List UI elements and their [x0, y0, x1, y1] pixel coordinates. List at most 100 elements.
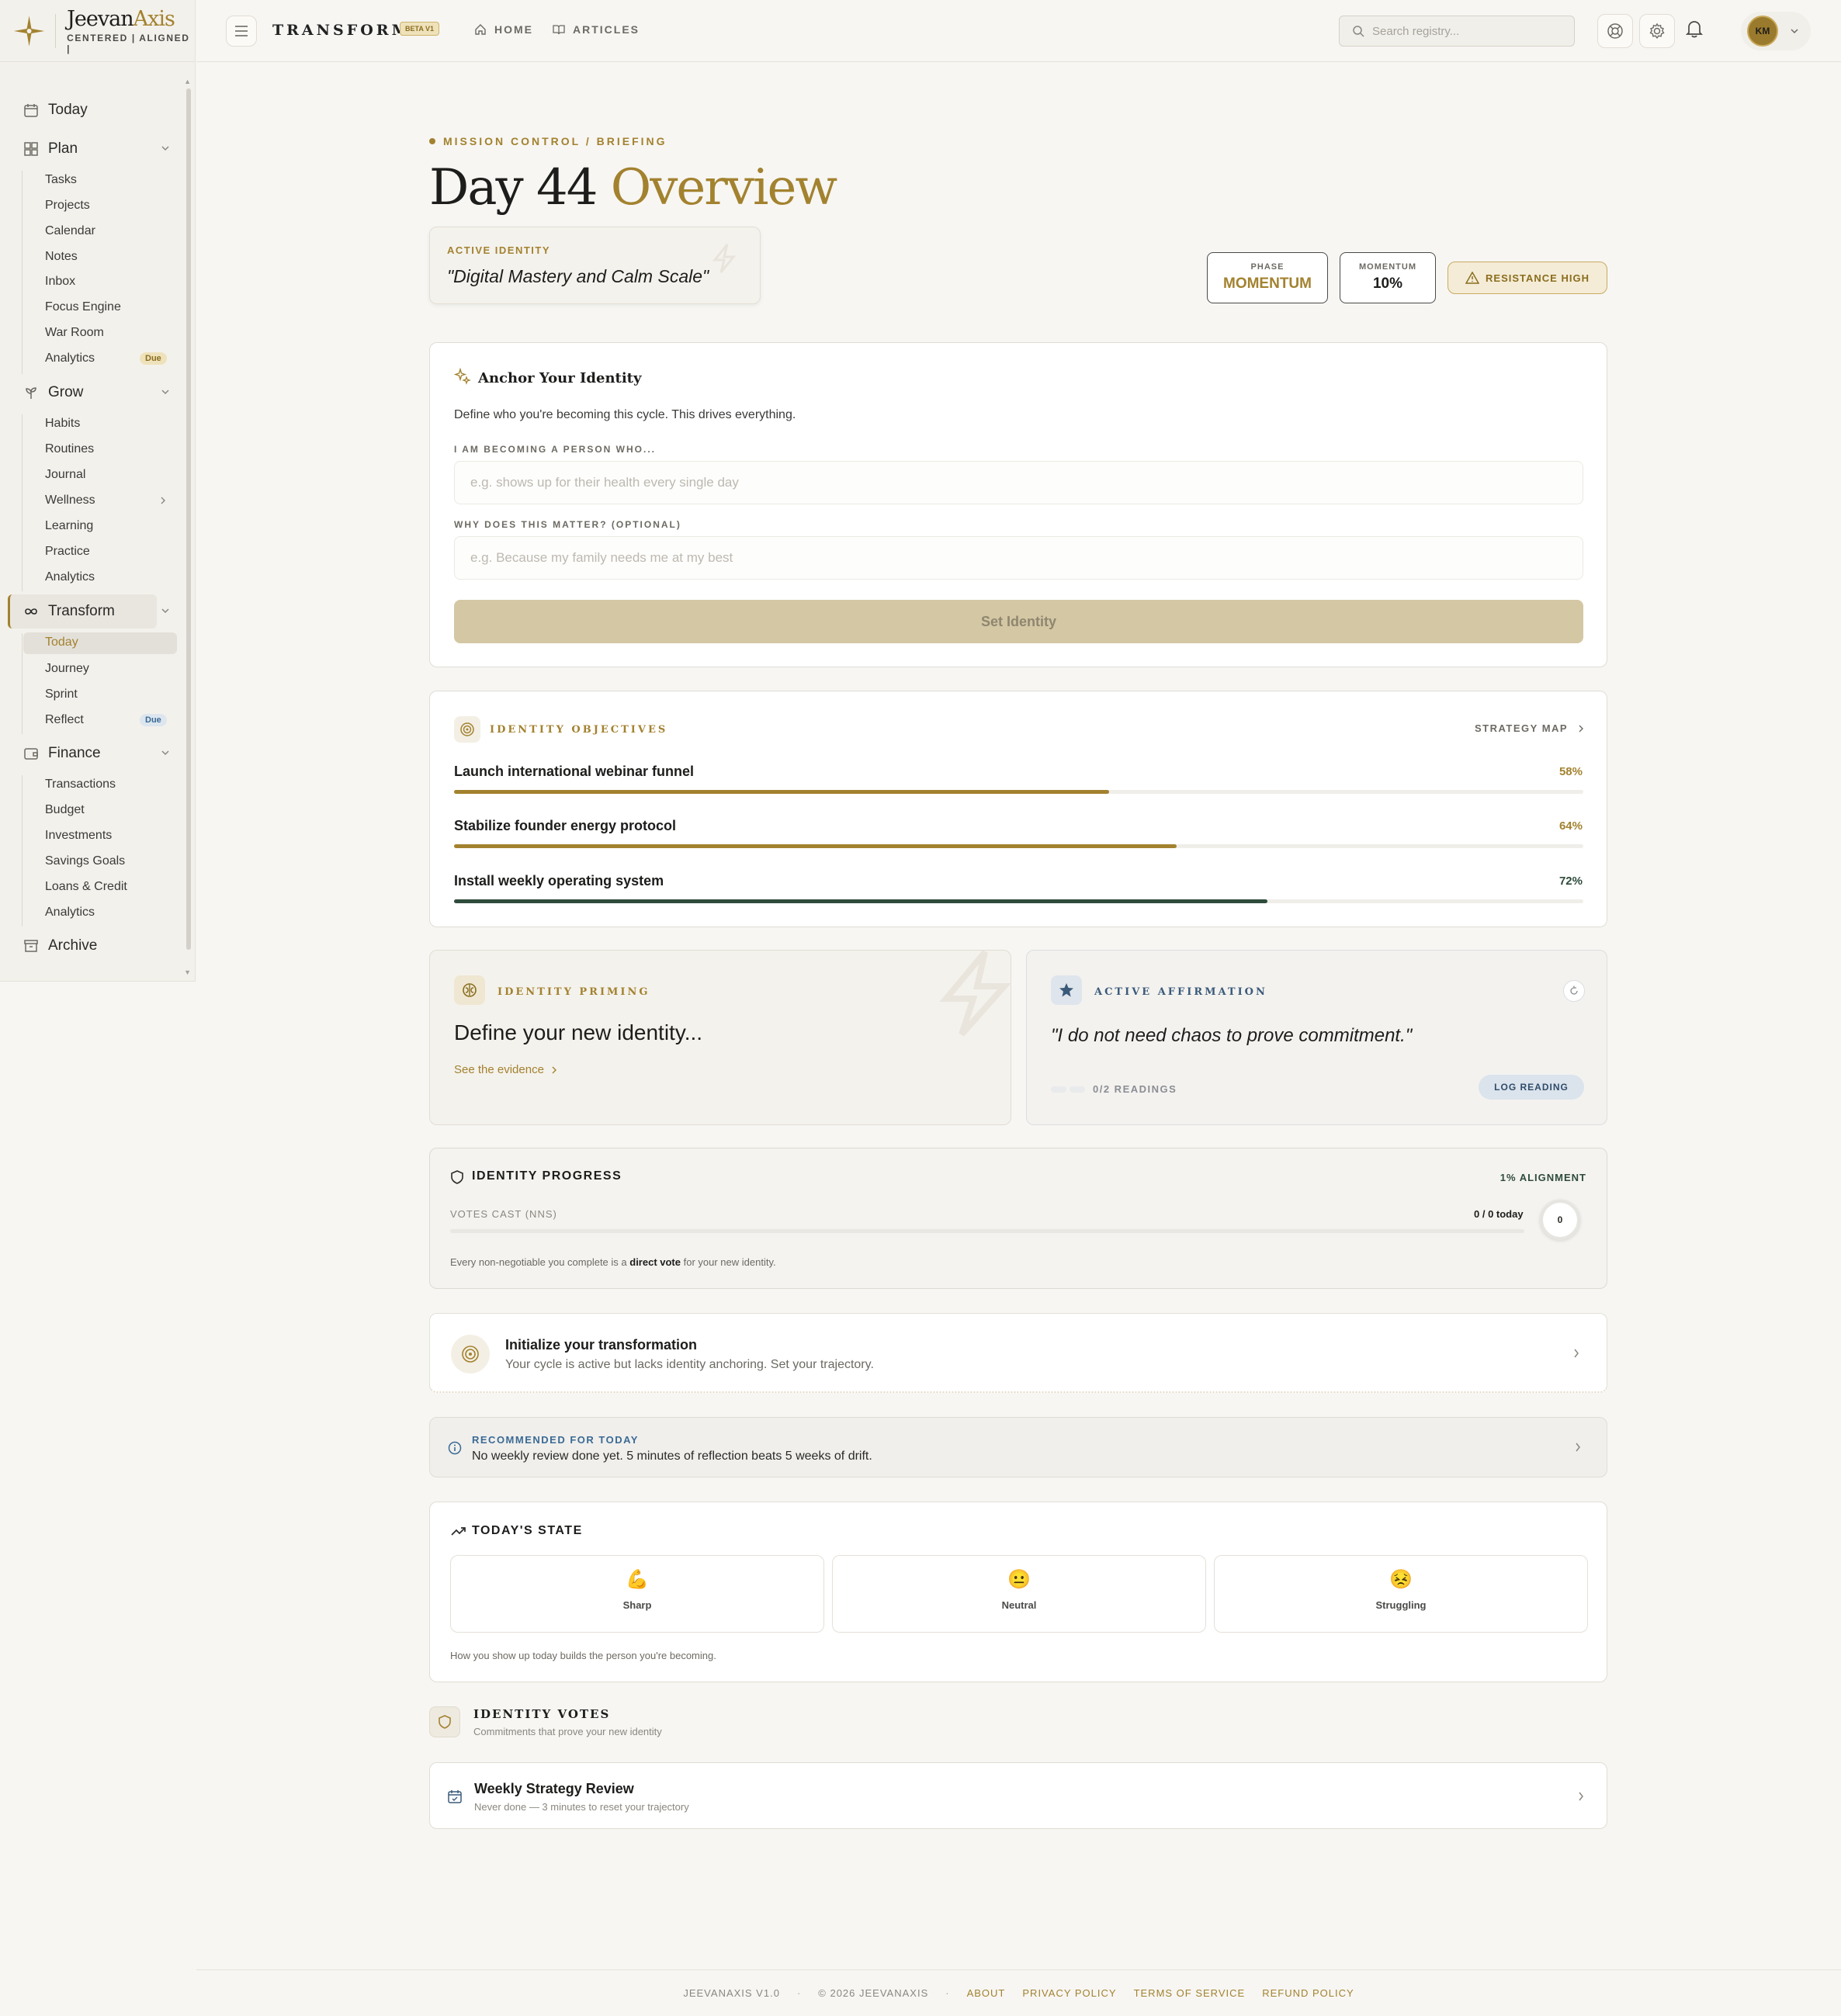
sidebar-item-budget[interactable]: Budget [45, 803, 85, 817]
objective-row[interactable]: Launch international webinar funnel 58% [430, 764, 1607, 802]
footer-link-terms[interactable]: TERMS OF SERVICE [1134, 1987, 1246, 1999]
sparkles-icon [454, 368, 471, 385]
sidebar-item-journal[interactable]: Journal [45, 468, 85, 482]
sidebar-item-label: Archive [48, 937, 98, 954]
objective-percent: 58% [1558, 765, 1583, 778]
brand[interactable]: JeevanAxis CENTERED | ALIGNED | [0, 0, 195, 62]
hamburger-icon [235, 26, 248, 36]
menu-toggle-button[interactable] [226, 16, 257, 47]
momentum-pill: MOMENTUM 10% [1340, 252, 1436, 303]
trending-up-icon [451, 1527, 466, 1536]
chevron-right-icon [1576, 1443, 1580, 1452]
objective-name: Install weekly operating system [454, 873, 664, 888]
state-option-struggling[interactable]: 😣 Struggling [1214, 1555, 1588, 1633]
initialize-description: Your cycle is active but lacks identity … [505, 1358, 874, 1371]
scroll-up-arrow-icon[interactable]: ▲ [184, 78, 191, 85]
becoming-input[interactable]: e.g. shows up for their health every sin… [454, 461, 1583, 504]
refresh-icon [1570, 985, 1578, 995]
heading-overview: Overview [610, 159, 837, 216]
log-reading-button[interactable]: LOG READING [1479, 1075, 1584, 1100]
sidebar-item-grow-analytics[interactable]: Analytics [45, 570, 95, 584]
recommended-card[interactable]: RECOMMENDED FOR TODAY No weekly review d… [429, 1417, 1607, 1477]
sidebar-item-today[interactable]: Today [23, 102, 88, 119]
sidebar-item-loans-credit[interactable]: Loans & Credit [45, 880, 127, 894]
user-menu[interactable]: KM [1741, 12, 1811, 50]
why-input[interactable]: e.g. Because my family needs me at my be… [454, 536, 1583, 580]
sidebar-item-habits[interactable]: Habits [45, 417, 80, 431]
sidebar-item-transform-today[interactable]: Today [45, 636, 78, 649]
initialize-transformation-card[interactable]: Initialize your transformation Your cycl… [429, 1313, 1607, 1393]
sidebar-item-tasks[interactable]: Tasks [45, 173, 77, 187]
objective-row[interactable]: Install weekly operating system 72% [430, 873, 1607, 912]
support-button[interactable] [1597, 14, 1633, 48]
wallet-icon [24, 748, 38, 760]
footer-separator: · [945, 1987, 950, 1999]
footer: JEEVANAXIS V1.0 · © 2026 JEEVANAXIS · AB… [196, 1969, 1841, 2016]
objective-progress-fill [454, 844, 1177, 848]
sidebar-item-projects[interactable]: Projects [45, 199, 90, 213]
sidebar-item-practice[interactable]: Practice [45, 545, 90, 559]
sidebar-item-savings-goals[interactable]: Savings Goals [45, 854, 125, 868]
weekly-strategy-review-card[interactable]: Weekly Strategy Review Never done — 3 mi… [429, 1762, 1607, 1829]
footer-link-about[interactable]: ABOUT [967, 1987, 1006, 1999]
anchor-description: Define who you're becoming this cycle. T… [454, 408, 796, 421]
sidebar-item-wellness[interactable]: Wellness [45, 494, 95, 507]
sidebar-item-investments[interactable]: Investments [45, 829, 112, 843]
sidebar-item-transactions[interactable]: Transactions [45, 778, 116, 792]
sidebar-item-inbox[interactable]: Inbox [45, 275, 75, 289]
sidebar-group-finance[interactable]: Finance [23, 745, 169, 762]
state-option-sharp[interactable]: 💪 Sharp [450, 1555, 824, 1633]
heading-day: Day 44 [429, 159, 598, 216]
objective-progress-fill [454, 790, 1109, 794]
sidebar-group-grow[interactable]: Grow [23, 384, 169, 401]
notifications-button[interactable] [1685, 19, 1704, 43]
footer-separator: · [796, 1987, 802, 1999]
phase-pill: PHASE MOMENTUM [1207, 252, 1328, 303]
recommended-text: No weekly review done yet. 5 minutes of … [472, 1450, 872, 1463]
sidebar-item-journey[interactable]: Journey [45, 662, 89, 676]
nav-home-link[interactable]: HOME [474, 23, 533, 36]
sidebar-item-focus-engine[interactable]: Focus Engine [45, 300, 121, 314]
objective-row[interactable]: Stabilize founder energy protocol 64% [430, 818, 1607, 857]
refresh-affirmation-button[interactable] [1563, 980, 1585, 1002]
votes-title: IDENTITY VOTES [473, 1707, 611, 1721]
sidebar-item-sprint[interactable]: Sprint [45, 688, 78, 701]
sidebar-item-reflect[interactable]: Reflect [45, 713, 84, 727]
sidebar-scrollbar[interactable] [186, 88, 191, 950]
page-title: TRANSFORM [272, 22, 411, 39]
sidebar-item-learning[interactable]: Learning [45, 519, 93, 533]
flexed-arm-icon: 💪 [626, 1569, 649, 1590]
scroll-down-arrow-icon[interactable]: ▼ [184, 968, 191, 976]
breadcrumb-text: MISSION CONTROL / BRIEFING [443, 135, 667, 147]
strategy-map-link[interactable]: STRATEGY MAP [1475, 722, 1585, 734]
shield-icon [451, 1170, 463, 1184]
anchor-identity-card: Anchor Your Identity Define who you're b… [429, 342, 1607, 667]
identity-priming-card[interactable]: IDENTITY PRIMING Define your new identit… [429, 950, 1011, 1125]
nav-articles-link[interactable]: ARTICLES [553, 23, 640, 36]
warning-triangle-icon [1465, 272, 1480, 284]
votes-progress-track [450, 1229, 1524, 1233]
calendar-icon [24, 104, 38, 117]
sidebar-group-transform[interactable]: Transform [23, 603, 169, 620]
state-option-neutral[interactable]: 😐 Neutral [832, 1555, 1206, 1633]
sidebar-item-notes[interactable]: Notes [45, 250, 78, 264]
progress-note: Every non-negotiable you complete is a d… [450, 1256, 776, 1268]
sidebar-item-archive[interactable]: Archive [23, 937, 97, 954]
footer-link-privacy[interactable]: PRIVACY POLICY [1022, 1987, 1116, 1999]
search-input[interactable]: Search registry... [1339, 16, 1575, 47]
sidebar-item-plan-analytics[interactable]: Analytics [45, 352, 95, 365]
settings-button[interactable] [1639, 14, 1675, 48]
sidebar-item-routines[interactable]: Routines [45, 442, 94, 456]
sidebar-item-war-room[interactable]: War Room [45, 326, 104, 340]
sub-nav-line [22, 775, 23, 927]
set-identity-button[interactable]: Set Identity [454, 600, 1583, 643]
active-identity-card[interactable]: ACTIVE IDENTITY "Digital Mastery and Cal… [429, 227, 761, 304]
footer-link-refund[interactable]: REFUND POLICY [1262, 1987, 1354, 1999]
sidebar-item-calendar[interactable]: Calendar [45, 224, 95, 238]
see-evidence-link[interactable]: See the evidence [454, 1063, 558, 1076]
weekly-title: Weekly Strategy Review [474, 1781, 634, 1796]
sidebar-group-plan[interactable]: Plan [23, 140, 169, 158]
resistance-badge[interactable]: RESISTANCE HIGH [1447, 262, 1607, 294]
state-label: Struggling [1375, 1599, 1427, 1611]
sidebar-item-finance-analytics[interactable]: Analytics [45, 906, 95, 920]
